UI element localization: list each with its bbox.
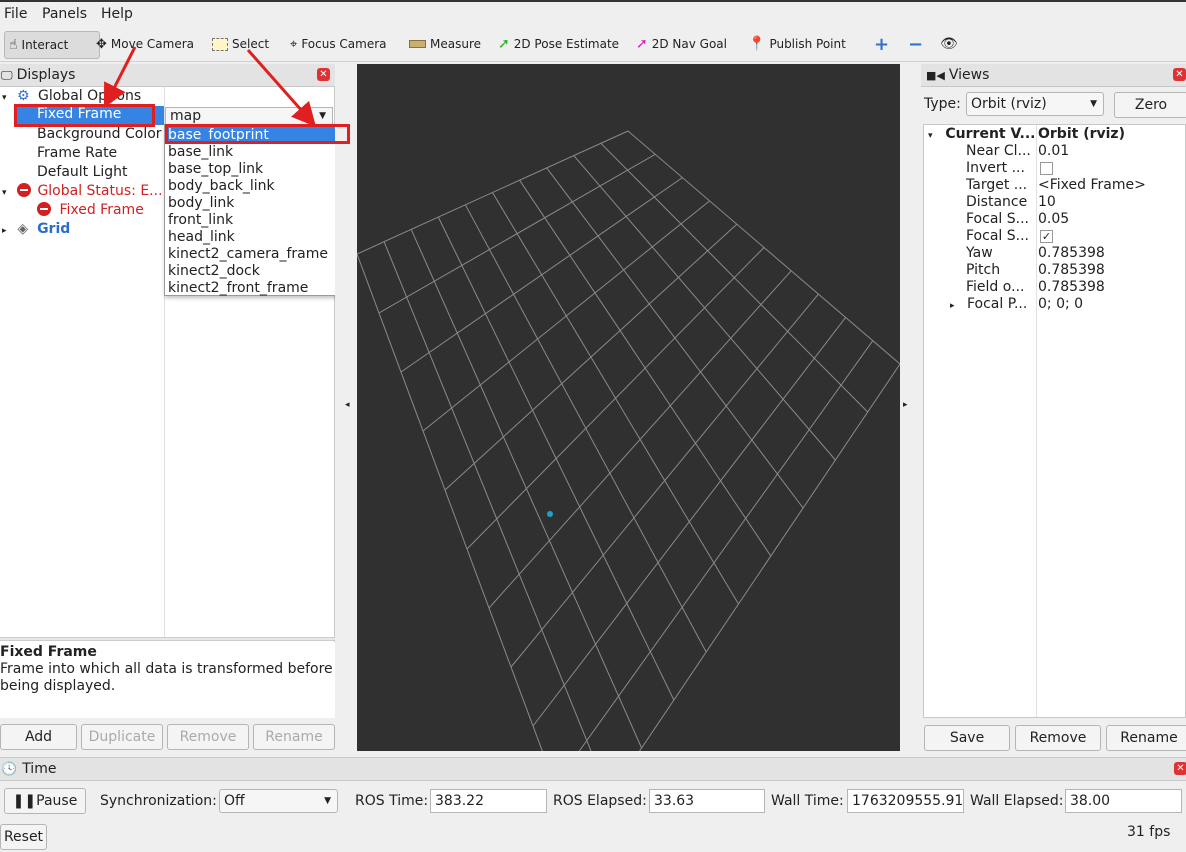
annotation-arrow-right <box>246 49 316 127</box>
annotation-arrows <box>103 46 316 127</box>
annotation-arrow-left <box>103 46 137 109</box>
